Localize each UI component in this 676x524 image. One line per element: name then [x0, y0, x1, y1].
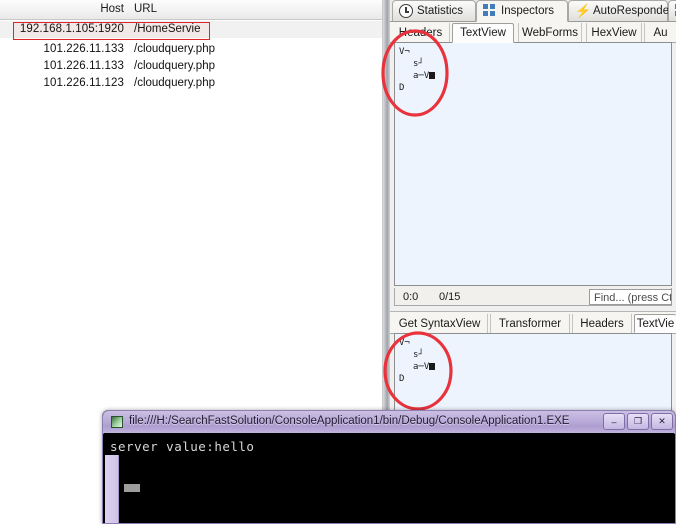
- tab-autoresponder-label: AutoResponder: [593, 5, 673, 17]
- request-textview-body[interactable]: V¬ s┘ a─V D: [394, 42, 672, 286]
- tab-inspectors-label: Inspectors: [501, 5, 555, 17]
- find-placeholder: Find... (press Ctr: [594, 292, 672, 304]
- column-header-url[interactable]: URL: [134, 3, 157, 15]
- tab-webforms[interactable]: WebForms: [518, 23, 582, 42]
- table-row[interactable]: 101.226.11.123 /cloudquery.php: [0, 75, 382, 92]
- grid-icon: [483, 4, 497, 18]
- tab-headers[interactable]: Headers: [392, 23, 450, 42]
- console-app-icon: [111, 416, 123, 428]
- session-url: /HomeServie: [134, 23, 201, 35]
- session-list-header: Host URL: [0, 0, 382, 20]
- session-host: 101.226.11.133: [43, 43, 124, 55]
- session-url: /cloudquery.php: [134, 77, 215, 89]
- response-textview-body[interactable]: V¬ s┘ a─V D: [394, 333, 672, 411]
- main-tab-strip: Statistics Inspectors ⚡ AutoResponder: [390, 0, 676, 22]
- maximize-button[interactable]: ❐: [627, 413, 649, 430]
- response-body-line-4: D: [399, 374, 405, 384]
- console-title: file:///H:/SearchFastSolution/ConsoleApp…: [129, 415, 570, 427]
- table-row[interactable]: 192.168.1.105:1920 /HomeServie: [0, 21, 382, 38]
- close-button[interactable]: ✕: [651, 413, 673, 430]
- tab-hexview[interactable]: HexView: [586, 23, 642, 42]
- request-body-text: V¬ s┘ a─V D: [399, 46, 436, 94]
- tab-get-syntaxview[interactable]: Get SyntaxView: [392, 314, 488, 333]
- request-body-line-1: V¬: [399, 47, 410, 57]
- console-titlebar[interactable]: file:///H:/SearchFastSolution/ConsoleApp…: [103, 411, 675, 434]
- find-input[interactable]: Find... (press Ctr: [589, 289, 672, 305]
- tab-partial-next[interactable]: [668, 0, 676, 21]
- console-output-area[interactable]: server value:hello: [104, 433, 674, 523]
- tab-inspectors[interactable]: Inspectors: [476, 0, 568, 22]
- console-window: file:///H:/SearchFastSolution/ConsoleApp…: [102, 410, 676, 524]
- tab-transformer[interactable]: Transformer: [490, 314, 570, 333]
- tab-statistics[interactable]: Statistics: [392, 0, 476, 21]
- tab-autoresponder[interactable]: ⚡ AutoResponder: [568, 0, 673, 21]
- tab-response-textview[interactable]: TextVie: [634, 314, 676, 333]
- table-row[interactable]: 101.226.11.133 /cloudquery.php: [0, 58, 382, 75]
- panel-splitter[interactable]: [382, 0, 390, 412]
- textview-status-bar: 0:0 0/15 Find... (press Ctr: [394, 288, 672, 306]
- response-body-line-2: s┘: [413, 350, 424, 360]
- match-count: 0/15: [439, 291, 461, 303]
- caret-position: 0:0: [403, 291, 419, 303]
- table-row[interactable]: 101.226.11.133 /cloudquery.php: [0, 41, 382, 58]
- control-char-glyph: [429, 363, 436, 370]
- request-body-line-4: D: [399, 83, 405, 93]
- column-header-host[interactable]: Host: [0, 3, 124, 15]
- response-body-line-1: V¬: [399, 338, 410, 348]
- session-host: 192.168.1.105:1920: [19, 23, 124, 35]
- request-body-line-2: s┘: [413, 59, 424, 69]
- console-output-line: server value:hello: [110, 439, 255, 454]
- request-body-line-3: a─V: [413, 71, 430, 81]
- inspectors-panel: Statistics Inspectors ⚡ AutoResponder He…: [390, 0, 676, 412]
- session-url: /cloudquery.php: [134, 43, 215, 55]
- console-cursor: [124, 484, 140, 492]
- window-controls: – ❐ ✕: [603, 413, 673, 431]
- session-url: /cloudquery.php: [134, 60, 215, 72]
- tab-textview[interactable]: TextView: [452, 23, 514, 43]
- response-inspector-tab-strip: Get SyntaxView Transformer Headers TextV…: [390, 311, 676, 334]
- response-body-text: V¬ s┘ a─V D: [399, 337, 436, 385]
- control-char-glyph: [429, 72, 436, 79]
- response-body-line-3: a─V: [413, 362, 430, 372]
- request-inspector-tab-strip: Headers TextView WebForms HexView Au: [390, 22, 676, 43]
- tab-response-headers[interactable]: Headers: [572, 314, 632, 333]
- clock-icon: [399, 4, 413, 18]
- bolt-icon: ⚡: [575, 3, 592, 18]
- session-host: 101.226.11.133: [43, 60, 124, 72]
- session-host: 101.226.11.123: [43, 77, 124, 89]
- tab-statistics-label: Statistics: [417, 5, 464, 17]
- minimize-button[interactable]: –: [603, 413, 625, 430]
- console-scrollbar[interactable]: [105, 455, 119, 523]
- tab-auth-partial[interactable]: Au: [644, 23, 676, 42]
